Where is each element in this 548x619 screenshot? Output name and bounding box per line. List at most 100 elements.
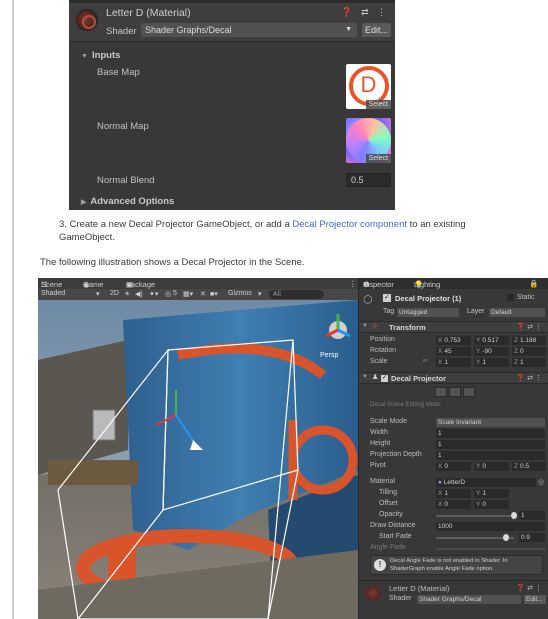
shader-dropdown[interactable]: Shader Graphs/Decal ▼: [141, 23, 357, 37]
scale-mode-row: Scale Mode Scale Invariant: [359, 417, 548, 428]
object-picker-icon[interactable]: ◎: [538, 478, 544, 486]
width-field[interactable]: 1: [436, 429, 545, 438]
advanced-options-foldout[interactable]: ▶ Advanced Options: [81, 196, 174, 207]
position-y-field[interactable]: Y 0.517: [474, 336, 509, 345]
normal-map-thumbnail[interactable]: Select: [346, 118, 391, 163]
grid-toggle-icon[interactable]: ▦▾: [183, 290, 193, 298]
scene-viewport[interactable]: Persp: [38, 300, 358, 619]
gizmos-dropdown[interactable]: Gizmos: [228, 290, 252, 297]
material-footer-shader-label: Shader: [389, 595, 412, 602]
material-footer-edit-button[interactable]: Edit...: [524, 595, 546, 604]
decal-projector-header[interactable]: ▼ ♟ ✓ Decal Projector ❓⇄⋮: [359, 372, 548, 384]
position-x-field[interactable]: X 0.753: [436, 336, 471, 345]
normal-map-select-button[interactable]: Select: [365, 154, 391, 163]
offset-y-field[interactable]: Y0: [474, 500, 509, 509]
rotation-x-value: 45: [444, 348, 452, 355]
persp-label[interactable]: Persp: [320, 352, 338, 359]
inspector-panel: ❶ Inspector 💡 Lighting 🔒 ⬡ ✓ Decal Projec…: [359, 278, 548, 619]
toggle-2d-button[interactable]: 2D: [110, 290, 119, 297]
active-checkbox[interactable]: ✓: [383, 294, 391, 302]
component-menu-icons[interactable]: ❓⇄⋮: [516, 374, 544, 382]
opacity-slider-track[interactable]: [436, 515, 514, 517]
width-label: Width: [370, 429, 388, 436]
material-field[interactable]: ● LetterD: [436, 478, 536, 487]
edit-uv-button[interactable]: [435, 387, 447, 397]
normal-blend-field[interactable]: 0.5: [346, 173, 391, 187]
scale-row: Scale ∞ X1 Y1 Z1: [359, 357, 548, 368]
editing-mode-row: Decal Scene Editing Mode: [359, 401, 548, 412]
material-footer-shader-dropdown[interactable]: Shader Graphs/Decal: [417, 595, 521, 604]
hidden-objects-icon[interactable]: ◎: [165, 290, 171, 298]
rotation-x-field[interactable]: X 45: [436, 347, 471, 356]
height-field[interactable]: 1: [436, 440, 545, 449]
wood-planks: [48, 460, 138, 485]
edit-pivot-button[interactable]: [463, 387, 475, 397]
tab-lighting-label: Lighting: [414, 280, 441, 289]
header-menu-icons[interactable]: ❓ ⇄ ⋮: [341, 7, 389, 18]
pivot-x-field[interactable]: X0: [436, 462, 471, 471]
projection-depth-row: Projection Depth 1: [359, 450, 548, 461]
position-z-field[interactable]: Z 1.188: [512, 336, 546, 345]
scale-y-field[interactable]: Y1: [474, 358, 509, 367]
pivot-y-value: 0: [482, 463, 486, 470]
material-inspector-panel: Letter D (Material) ❓ ⇄ ⋮ Shader Shader …: [69, 0, 395, 210]
inputs-foldout[interactable]: ▼ Inputs: [81, 50, 120, 61]
foldout-closed-icon: ▶: [81, 199, 87, 206]
static-label: Static: [517, 294, 535, 301]
base-map-thumbnail[interactable]: D Select: [346, 64, 391, 109]
camera-icon[interactable]: ■▾: [210, 290, 218, 298]
material-header: Letter D (Material) ❓ ⇄ ⋮ Shader Shader …: [69, 0, 395, 42]
layer-dropdown[interactable]: Default: [489, 308, 545, 317]
draw-distance-field[interactable]: 1000: [436, 522, 545, 531]
tag-layer-row: Tag Untagged Layer Default: [359, 307, 548, 318]
tiling-y-field[interactable]: Y1: [474, 489, 509, 498]
effects-toggle-icon[interactable]: ✦▾: [149, 290, 158, 298]
static-checkbox[interactable]: [507, 294, 514, 301]
rotation-y-field[interactable]: Y -90: [474, 347, 509, 356]
lighting-toggle-icon[interactable]: ☀: [124, 290, 130, 298]
audio-toggle-icon[interactable]: ◀): [135, 290, 143, 298]
pivot-z-value: 0.5: [519, 463, 530, 470]
opacity-slider-knob[interactable]: [511, 512, 517, 519]
pivot-y-field[interactable]: Y0: [474, 462, 509, 471]
tools-icon[interactable]: ✕: [200, 290, 206, 298]
object-name-field[interactable]: Decal Projector (1): [395, 294, 461, 303]
scene-search-input[interactable]: ⌕ All: [269, 290, 324, 299]
tag-label: Tag: [383, 308, 395, 315]
edit-bounds-button[interactable]: [449, 387, 461, 397]
lock-icon[interactable]: 🔒: [529, 279, 538, 288]
decal-enabled-checkbox[interactable]: ✓: [381, 375, 388, 382]
scale-mode-dropdown[interactable]: Scale Invariant: [436, 418, 545, 427]
scale-z-field[interactable]: Z1: [512, 358, 546, 367]
kebab-menu-icon[interactable]: ⋮: [349, 279, 357, 288]
component-menu-icons[interactable]: ❓⇄⋮: [516, 323, 544, 331]
component-menu-icons[interactable]: ❓⇄⋮: [516, 584, 544, 592]
shading-mode-dropdown[interactable]: Shaded: [41, 290, 65, 297]
rotation-z-value: 0: [519, 348, 524, 355]
start-fade-field[interactable]: 0.9: [519, 533, 545, 542]
tab-inspector-label: Inspector: [363, 280, 394, 289]
transform-header[interactable]: ▼ ⊹ Transform ❓⇄⋮: [359, 321, 548, 333]
pivot-x-value: 0: [444, 463, 448, 470]
offset-x-field[interactable]: X0: [436, 500, 471, 509]
pivot-z-field[interactable]: Z 0.5: [512, 462, 546, 471]
rotation-z-field[interactable]: Z0: [512, 347, 546, 356]
link-icon[interactable]: ∞: [423, 358, 427, 364]
opacity-label: Opacity: [379, 511, 403, 518]
tiling-x-field[interactable]: X1: [436, 489, 471, 498]
start-fade-slider-knob[interactable]: [503, 534, 509, 541]
scale-x-field[interactable]: X1: [436, 358, 471, 367]
draw-distance-row: Draw Distance 1000: [359, 521, 548, 532]
opacity-field[interactable]: 1: [519, 511, 545, 520]
base-map-label: Base Map: [97, 67, 140, 78]
tag-dropdown[interactable]: Untagged: [397, 308, 459, 317]
foldout-open-icon: ▼: [362, 374, 368, 380]
draw-distance-label: Draw Distance: [370, 522, 416, 529]
scale-z-value: 1: [519, 359, 524, 366]
scale-mode-label: Scale Mode: [370, 418, 407, 425]
rotation-label: Rotation: [370, 347, 397, 354]
decal-projector-link[interactable]: Decal Projector component: [292, 219, 407, 230]
base-map-select-button[interactable]: Select: [365, 100, 391, 109]
edit-shader-button[interactable]: Edit...: [362, 23, 391, 37]
projection-depth-field[interactable]: 1: [436, 451, 545, 460]
